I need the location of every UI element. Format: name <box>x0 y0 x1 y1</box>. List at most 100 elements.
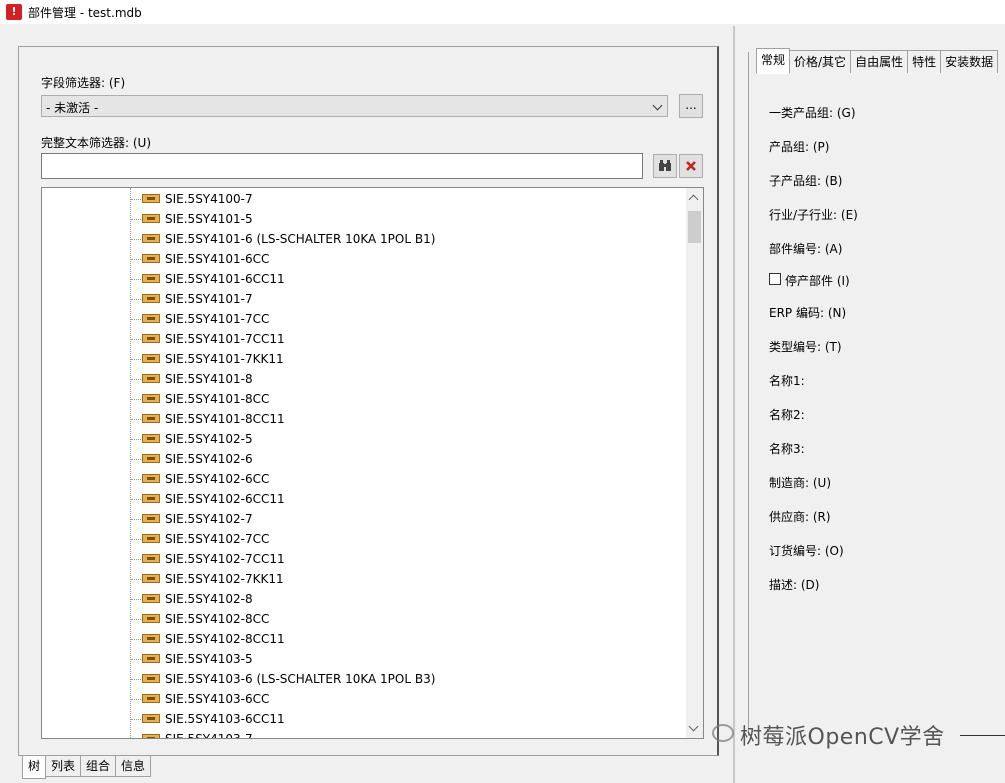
tree-item[interactable]: SIE.5SY4101-8CC11 <box>42 409 682 429</box>
part-icon <box>142 314 160 323</box>
field-filter-dropdown[interactable]: - 未激活 - <box>41 95 668 117</box>
part-number-label: 部件编号: (A) <box>769 242 843 256</box>
tree-item[interactable]: SIE.5SY4102-5 <box>42 429 682 449</box>
tree-item[interactable]: SIE.5SY4102-8CC11 <box>42 629 682 649</box>
tree-item[interactable]: SIE.5SY4103-6CC11 <box>42 709 682 729</box>
tree-item-label: SIE.5SY4103-5 <box>165 652 253 666</box>
tab-installation-data[interactable]: 安装数据 <box>940 50 999 73</box>
tab-combination[interactable]: 组合 <box>80 756 117 777</box>
tree-item-label: SIE.5SY4102-7CC11 <box>165 552 285 566</box>
category1-label: 一类产品组: (G) <box>769 106 856 120</box>
tree-connector <box>131 199 141 200</box>
tree-item-label: SIE.5SY4103-7 <box>165 732 253 739</box>
tab-price-other[interactable]: 价格/其它 <box>789 50 852 73</box>
tree-connector <box>131 619 141 620</box>
tree-item[interactable]: SIE.5SY4102-8 <box>42 589 682 609</box>
tree-item[interactable]: SIE.5SY4100-7 <box>42 189 682 209</box>
part-icon <box>142 654 160 663</box>
part-icon <box>142 334 160 343</box>
tab-list[interactable]: 列表 <box>45 756 82 777</box>
part-icon <box>142 674 160 683</box>
part-icon <box>142 734 160 738</box>
tree-connector <box>131 519 141 520</box>
search-binoculars-button[interactable] <box>653 154 677 178</box>
tree-item-label: SIE.5SY4101-6CC <box>165 252 270 266</box>
tree-item-label: SIE.5SY4103-6CC11 <box>165 712 285 726</box>
supplier-label: 供应商: (R) <box>769 510 831 524</box>
tab-general[interactable]: 常规 <box>756 48 791 74</box>
parts-tree[interactable]: SIE.5SY4100-7 SIE.5SY4101-5 SIE.5SY4101-6 … <box>41 187 704 739</box>
part-icon <box>142 694 160 703</box>
tree-connector <box>131 499 141 500</box>
tree-item-label: SIE.5SY4102-7 <box>165 512 253 526</box>
tree-item[interactable]: SIE.5SY4103-6CC <box>42 689 682 709</box>
part-icon <box>142 614 160 623</box>
tree-item[interactable]: SIE.5SY4101-7CC <box>42 309 682 329</box>
sub-group-label: 子产品组: (B) <box>769 174 843 188</box>
chevron-down-icon <box>652 100 663 111</box>
tree-item[interactable]: SIE.5SY4101-5 <box>42 209 682 229</box>
tree-item[interactable]: SIE.5SY4102-6CC <box>42 469 682 489</box>
tree-item[interactable]: SIE.5SY4102-7CC11 <box>42 549 682 569</box>
tree-item-label: SIE.5SY4101-7 <box>165 292 253 306</box>
divider <box>960 735 1005 736</box>
tree-item[interactable]: SIE.5SY4102-7CC <box>42 529 682 549</box>
tree-item[interactable]: SIE.5SY4102-7KK11 <box>42 569 682 589</box>
tree-item[interactable]: SIE.5SY4101-7CC11 <box>42 329 682 349</box>
watermark-text: 树莓派OpenCV学舍 <box>740 725 945 750</box>
fulltext-filter-input[interactable] <box>41 153 643 179</box>
tree-item[interactable]: SIE.5SY4102-6 <box>42 449 682 469</box>
tree-item[interactable]: SIE.5SY4102-7 <box>42 509 682 529</box>
discontinued-label: 停产部件 (I) <box>785 274 850 288</box>
description-label: 描述: (D) <box>769 578 820 592</box>
tab-tree[interactable]: 树 <box>22 756 47 779</box>
part-icon <box>142 454 160 463</box>
industry-label: 行业/子行业: (E) <box>769 208 858 222</box>
tree-item[interactable]: SIE.5SY4103-6 (LS-SCHALTER 10KA 1POL B3) <box>42 669 682 689</box>
tree-item-label: SIE.5SY4102-6 <box>165 452 253 466</box>
clear-filter-button[interactable] <box>679 154 703 178</box>
tree-item[interactable]: SIE.5SY4101-6 (LS-SCHALTER 10KA 1POL B1) <box>42 229 682 249</box>
tree-item-label: SIE.5SY4102-8CC <box>165 612 270 626</box>
tree-connector <box>131 459 141 460</box>
part-icon <box>142 554 160 563</box>
tree-item-label: SIE.5SY4101-5 <box>165 212 253 226</box>
scroll-thumb[interactable] <box>688 211 701 243</box>
tree-connector <box>131 439 141 440</box>
tree-item-label: SIE.5SY4101-7CC11 <box>165 332 285 346</box>
tree-item[interactable]: SIE.5SY4101-8 <box>42 369 682 389</box>
tab-free-properties[interactable]: 自由属性 <box>850 50 909 73</box>
tree-item[interactable]: SIE.5SY4101-7 <box>42 289 682 309</box>
tree-item-label: SIE.5SY4101-6 (LS-SCHALTER 10KA 1POL B1) <box>165 232 436 246</box>
panel-splitter[interactable] <box>733 26 735 783</box>
bottom-tab-bar: 树 列表 组合 信息 <box>22 756 152 779</box>
tab-info[interactable]: 信息 <box>115 756 152 777</box>
tree-item[interactable]: SIE.5SY4101-6CC11 <box>42 269 682 289</box>
part-icon <box>142 514 160 523</box>
tree-item[interactable]: SIE.5SY4102-6CC11 <box>42 489 682 509</box>
tree-item[interactable]: SIE.5SY4101-8CC <box>42 389 682 409</box>
part-icon <box>142 294 160 303</box>
title-bar: 部件管理 - test.mdb <box>0 0 1005 24</box>
tree-item[interactable]: SIE.5SY4103-7 <box>42 729 682 739</box>
tree-connector <box>131 299 141 300</box>
tree-item[interactable]: SIE.5SY4101-6CC <box>42 249 682 269</box>
tree-item-label: SIE.5SY4101-7KK11 <box>165 352 284 366</box>
tree-item-label: SIE.5SY4102-8CC11 <box>165 632 285 646</box>
tree-item[interactable]: SIE.5SY4103-5 <box>42 649 682 669</box>
tree-item[interactable]: SIE.5SY4102-8CC <box>42 609 682 629</box>
tab-features[interactable]: 特性 <box>907 50 942 73</box>
tree-item-label: SIE.5SY4101-6CC11 <box>165 272 285 286</box>
type-number-label: 类型编号: (T) <box>769 340 842 354</box>
scroll-up-icon[interactable] <box>688 194 699 205</box>
scroll-down-icon[interactable] <box>688 721 699 732</box>
tree-connector <box>131 259 141 260</box>
close-icon <box>686 161 696 171</box>
more-button[interactable]: ... <box>679 94 703 118</box>
tree-item-label: SIE.5SY4102-6CC <box>165 472 270 486</box>
discontinued-checkbox[interactable] <box>769 273 781 285</box>
product-group-label: 产品组: (P) <box>769 140 830 154</box>
tree-item[interactable]: SIE.5SY4101-7KK11 <box>42 349 682 369</box>
tree-item-label: SIE.5SY4102-8 <box>165 592 253 606</box>
tree-vertical-scrollbar[interactable] <box>686 188 703 738</box>
